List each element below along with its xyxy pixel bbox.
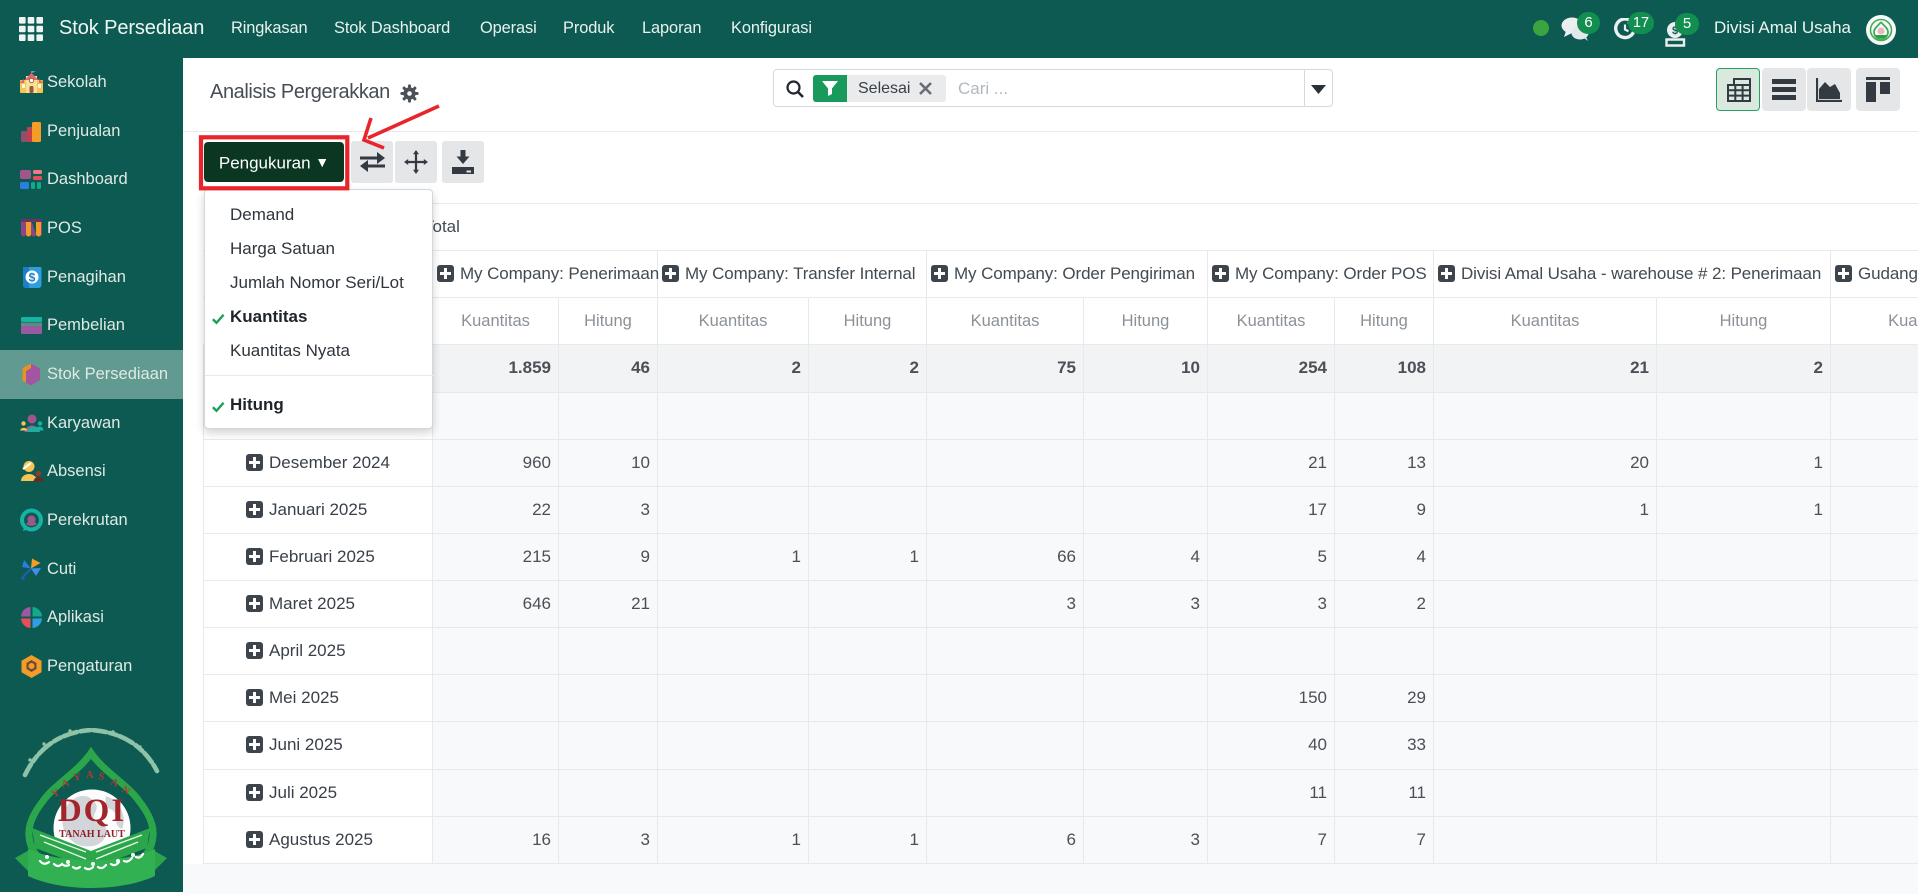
svg-text:S: S (97, 771, 105, 783)
svg-text:TANAH LAUT: TANAH LAUT (59, 829, 125, 840)
svg-text:DQI: DQI (58, 793, 126, 829)
svg-text:A: A (86, 770, 94, 781)
svg-text:Y: Y (72, 772, 82, 784)
svg-text:$: $ (29, 271, 36, 285)
